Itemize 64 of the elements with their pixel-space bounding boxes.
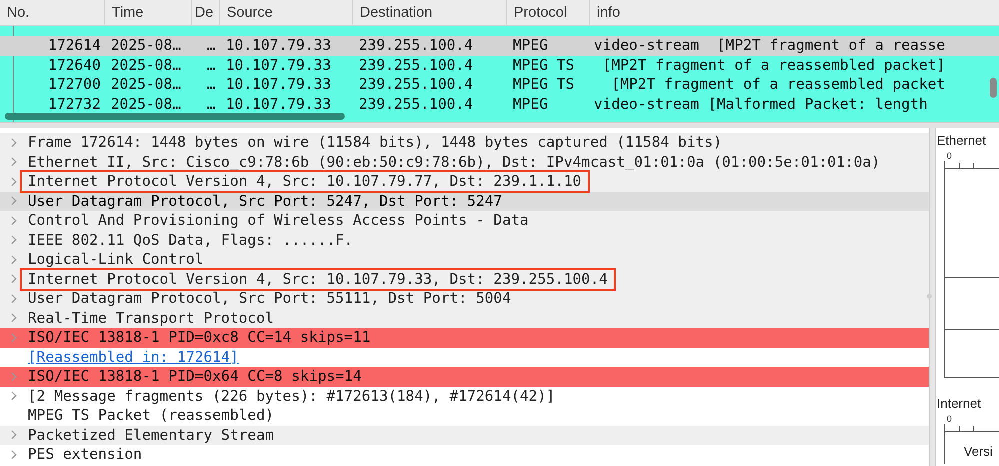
time-cell-text: 2025-08…: [110, 37, 182, 54]
vertical-scrollbar[interactable]: [990, 78, 997, 98]
delta-cell-text: …: [206, 76, 217, 94]
info-cell-text: video-stream [MP2T fragment of a reasse: [593, 37, 946, 54]
info-cell-text: video-stream [Malformed Packet: length: [593, 96, 928, 113]
destination-cell-text: 239.255.100.4: [358, 56, 474, 74]
tree-item[interactable]: IEEE 802.11 QoS Data, Flags: ......F.: [0, 230, 929, 250]
delta-cell-text: …: [206, 96, 217, 113]
column-header[interactable]: De: [192, 0, 220, 25]
destination-cell-text: 239.255.100.4: [358, 96, 474, 113]
packet-number-cell-text: 172614: [47, 37, 102, 54]
section-title: Ethernet: [936, 132, 988, 150]
destination-cell-text: 239.255.100.4: [358, 37, 474, 54]
pane-splitter-handle[interactable]: [927, 294, 932, 299]
bit-offset-label: 0: [947, 151, 952, 161]
tree-item[interactable]: User Datagram Protocol, Src Port: 5247, Dst Port: 5247: [0, 192, 929, 211]
packet-number-cell-text: 172732: [47, 96, 102, 113]
packet-row[interactable]: 172614 2025-08… … 10.107.79.33 239.255.100.4 MPEG video-stream [MP2T fragment of a reasse: [0, 36, 999, 56]
tree-item[interactable]: ISO/IEC 13818-1 PID=0xc8 CC=14 skips=11: [0, 328, 929, 348]
tree-item[interactable]: MPEG TS Packet (reassembled): [0, 406, 929, 426]
tree-item[interactable]: ISO/IEC 13818-1 PID=0x64 CC=8 skips=14: [0, 367, 929, 386]
column-header[interactable]: Time: [105, 0, 192, 25]
time-cell-text: 2025-08…: [110, 56, 182, 74]
column-header[interactable]: Source: [220, 0, 353, 25]
source-cell-text: 10.107.79.33: [225, 96, 332, 113]
packet-row[interactable]: 172640 2025-08… … 10.107.79.33 239.255.100.4 MPEG TS [MP2T fragment of a reassembled packet]: [0, 56, 999, 75]
tree-item[interactable]: Control And Provisioning of Wireless Access Points - Data: [0, 211, 929, 230]
column-header[interactable]: No.: [0, 0, 105, 25]
info-cell-text: [MP2T fragment of a reassembled packet]: [602, 56, 946, 74]
protocol-cell-text: MPEG TS: [512, 76, 576, 94]
column-header[interactable]: Protocol: [507, 0, 590, 25]
protocol-cell-text: MPEG: [512, 37, 550, 54]
tree-item[interactable]: Packetized Elementary Stream: [0, 426, 929, 445]
packet-number-cell-text: 172640: [47, 56, 102, 74]
info-cell-text: [MP2T fragment of a reassembled packet: [610, 76, 946, 94]
bit-offset-label: 0: [947, 414, 952, 424]
column-header[interactable]: Destination: [353, 0, 507, 25]
packet-row[interactable]: 172700 2025-08… … 10.107.79.33 239.255.100.4 MPEG TS [MP2T fragment of a reassembled packet: [0, 75, 999, 94]
tree-item[interactable]: [Reassembled in: 172614]: [0, 348, 929, 367]
tree-item[interactable]: Real-Time Transport Protocol: [0, 308, 929, 328]
packet-number-cell-text: 172700: [47, 76, 102, 94]
horizontal-scrollbar[interactable]: [5, 113, 345, 120]
source-cell-text: 10.107.79.33: [225, 76, 332, 94]
column-header[interactable]: info: [590, 0, 999, 25]
protocol-cell-text: MPEG TS: [512, 56, 576, 74]
time-cell-text: 2025-08…: [110, 96, 182, 113]
tree-item[interactable]: Internet Protocol Version 4, Src: 10.107.79.77, Dst: 239.1.1.10: [0, 172, 929, 192]
tree-item[interactable]: PES extension: [0, 445, 929, 464]
section-title: Internet: [936, 395, 982, 413]
field-label: Versi: [964, 444, 993, 459]
packet-row[interactable]: 172732 2025-08… … 10.107.79.33 239.255.100.4 MPEG video-stream [Malformed Packet: length: [0, 94, 999, 114]
header-field-drawing: [944, 424, 999, 464]
delta-cell-text: …: [206, 56, 217, 74]
destination-cell-text: 239.255.100.4: [358, 76, 474, 94]
protocol-cell-text: MPEG: [512, 96, 550, 113]
source-cell-text: 10.107.79.33: [225, 56, 332, 74]
tree-item[interactable]: Logical-Link Control: [0, 250, 929, 270]
tree-item[interactable]: Frame 172614: 1448 bytes on wire (11584 bits), 1448 bytes captured (11584 bits): [0, 133, 929, 152]
source-cell-text: 10.107.79.33: [225, 37, 332, 54]
time-cell-text: 2025-08…: [110, 76, 182, 94]
tree-item[interactable]: [2 Message fragments (226 bytes): #172613(184), #172614(42)]: [0, 386, 929, 406]
delta-cell-text: …: [206, 37, 217, 54]
tree-item[interactable]: Internet Protocol Version 4, Src: 10.107.79.33, Dst: 239.255.100.4: [0, 270, 929, 289]
tree-item[interactable]: User Datagram Protocol, Src Port: 55111, Dst Port: 5004: [0, 289, 929, 308]
